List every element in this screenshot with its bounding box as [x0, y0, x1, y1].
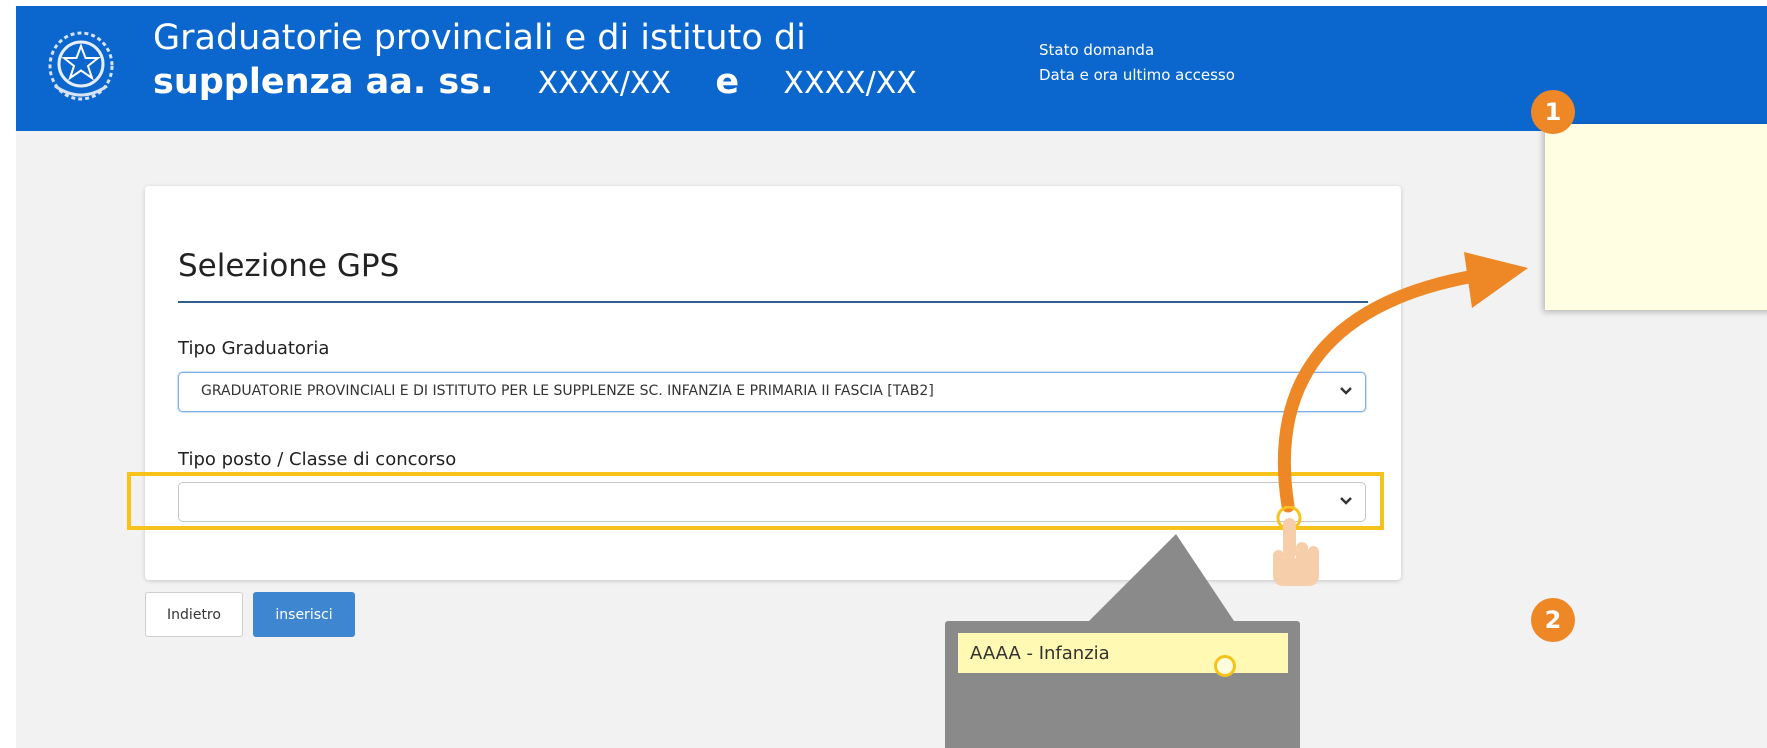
chevron-down-icon	[1340, 387, 1352, 395]
tipo-graduatoria-select[interactable]: GRADUATORIE PROVINCIALI E DI ISTITUTO PE…	[178, 372, 1366, 412]
back-button[interactable]: Indietro	[145, 592, 243, 637]
tipo-posto-label: Tipo posto / Classe di concorso	[178, 449, 457, 470]
side-instruction-panel	[1545, 124, 1767, 310]
title-divider	[178, 301, 1368, 303]
insert-button[interactable]: inserisci	[253, 592, 355, 637]
select-highlight-box	[127, 472, 1384, 530]
dropdown-callout: AAAA - Infanzia	[945, 621, 1300, 748]
step-1-badge: 1	[1531, 90, 1575, 134]
screen: Graduatorie provinciali e di istituto di…	[16, 6, 1767, 748]
page-title: Selezione GPS	[178, 248, 400, 284]
title-line-2: supplenza aa. ss. XXXX/XX e XXXX/XX	[153, 60, 917, 106]
school-year-1: XXXX/XX	[537, 66, 672, 101]
republic-emblem-icon	[48, 31, 114, 101]
title-word: supplenza aa. ss.	[153, 62, 494, 102]
tap-indicator-icon	[1214, 655, 1236, 677]
app-header: Graduatorie provinciali e di istituto di…	[16, 6, 1767, 131]
dropdown-option-label: AAAA - Infanzia	[970, 643, 1110, 664]
title-conjunction: e	[715, 62, 740, 102]
app-title: Graduatorie provinciali e di istituto di…	[153, 16, 917, 106]
title-line-1: Graduatorie provinciali e di istituto di	[153, 18, 806, 58]
step-2-badge: 2	[1531, 598, 1575, 642]
school-year-2: XXXX/XX	[783, 66, 917, 101]
tipo-graduatoria-label: Tipo Graduatoria	[178, 338, 330, 359]
last-access-label: Data e ora ultimo accesso	[1039, 66, 1235, 84]
tipo-graduatoria-value: GRADUATORIE PROVINCIALI E DI ISTITUTO PE…	[201, 383, 934, 399]
pointing-hand-icon	[1273, 506, 1319, 586]
dropdown-option[interactable]: AAAA - Infanzia	[958, 633, 1288, 677]
status-block: Stato domanda Data e ora ultimo accesso	[1039, 38, 1235, 88]
status-label: Stato domanda	[1039, 41, 1155, 59]
